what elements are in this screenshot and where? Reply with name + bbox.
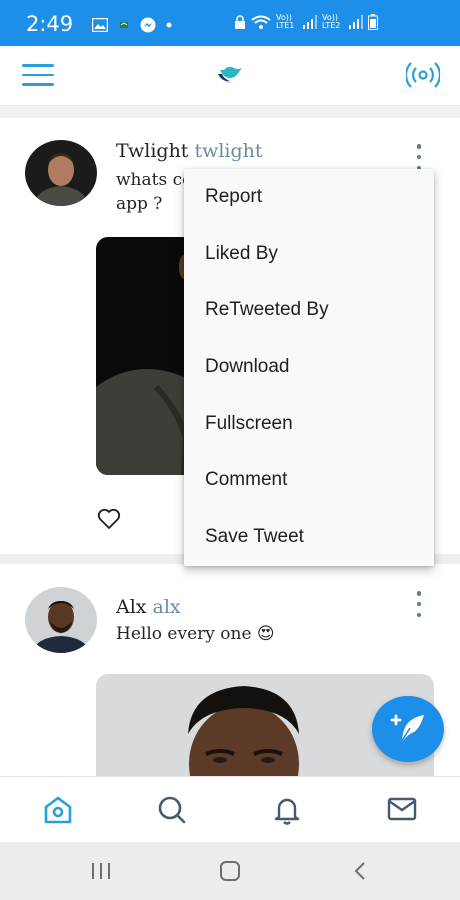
author-handle[interactable]: alx bbox=[153, 596, 181, 618]
bird-logo-icon bbox=[218, 66, 242, 83]
tweet-text-line: whats co bbox=[116, 170, 193, 190]
more-options-icon[interactable] bbox=[415, 591, 423, 617]
tweet-options-menu: Report Liked By ReTweeted By Download Fu… bbox=[184, 169, 434, 566]
tweet-text-line: app ? bbox=[116, 194, 163, 214]
menu-item-retweeted-by[interactable]: ReTweeted By bbox=[184, 282, 434, 339]
menu-item-save-tweet[interactable]: Save Tweet bbox=[184, 509, 434, 566]
recent-apps-icon[interactable] bbox=[90, 860, 112, 882]
battery-icon bbox=[368, 14, 378, 30]
signal-2-icon bbox=[349, 15, 363, 29]
status-system-icons: Vo)) LTE1 Vo)) LTE2 bbox=[234, 14, 378, 30]
bottom-navigation bbox=[0, 776, 460, 842]
app-notification-icon bbox=[120, 22, 128, 28]
menu-item-fullscreen[interactable]: Fullscreen bbox=[184, 396, 434, 453]
broadcast-icon[interactable] bbox=[406, 60, 440, 90]
messenger-icon bbox=[140, 17, 156, 33]
hamburger-icon[interactable] bbox=[22, 64, 54, 88]
home-icon[interactable] bbox=[42, 795, 74, 825]
author-name[interactable]: Alx bbox=[116, 596, 147, 618]
network-2-label: Vo)) LTE2 bbox=[322, 13, 341, 30]
tweet-text: whats co app ? bbox=[116, 168, 192, 216]
home-button-icon[interactable] bbox=[219, 860, 241, 882]
compose-tweet-button[interactable] bbox=[372, 696, 444, 762]
bell-icon[interactable] bbox=[272, 795, 302, 825]
search-icon[interactable] bbox=[157, 795, 187, 825]
like-heart-icon[interactable] bbox=[97, 508, 121, 530]
network-1-label: Vo)) LTE1 bbox=[276, 13, 295, 30]
dot-icon bbox=[166, 22, 172, 28]
tweet-text: Hello every one 😍 bbox=[116, 622, 275, 646]
app-bar bbox=[0, 46, 460, 106]
status-time: 2:49 bbox=[26, 12, 74, 36]
status-notification-icons bbox=[92, 17, 172, 33]
gallery-icon bbox=[92, 18, 108, 32]
wifi-icon bbox=[251, 15, 271, 29]
tweet-author-line: Twlight twlight bbox=[116, 140, 263, 162]
menu-item-liked-by[interactable]: Liked By bbox=[184, 226, 434, 283]
signal-1-icon bbox=[303, 15, 317, 29]
more-options-icon[interactable] bbox=[415, 144, 423, 170]
tweet-author-line: Alx alx bbox=[116, 596, 181, 618]
menu-item-report[interactable]: Report bbox=[184, 169, 434, 226]
lock-icon bbox=[235, 14, 245, 29]
avatar[interactable] bbox=[25, 140, 97, 206]
system-navigation-bar bbox=[0, 842, 460, 900]
author-handle[interactable]: twlight bbox=[194, 140, 262, 162]
menu-item-download[interactable]: Download bbox=[184, 339, 434, 396]
tweet-text-body: Hello every one bbox=[116, 624, 252, 644]
mail-icon[interactable] bbox=[387, 795, 417, 823]
status-bar: 2:49 Vo)) LTE1 Vo)) LTE2 bbox=[0, 0, 460, 46]
compose-feather-icon bbox=[390, 714, 424, 745]
author-name[interactable]: Twlight bbox=[116, 140, 188, 162]
menu-item-comment[interactable]: Comment bbox=[184, 452, 434, 509]
avatar[interactable] bbox=[25, 587, 97, 653]
back-icon[interactable] bbox=[350, 860, 372, 882]
emoji-heart-eyes: 😍 bbox=[256, 624, 275, 644]
feed-divider bbox=[0, 106, 460, 118]
